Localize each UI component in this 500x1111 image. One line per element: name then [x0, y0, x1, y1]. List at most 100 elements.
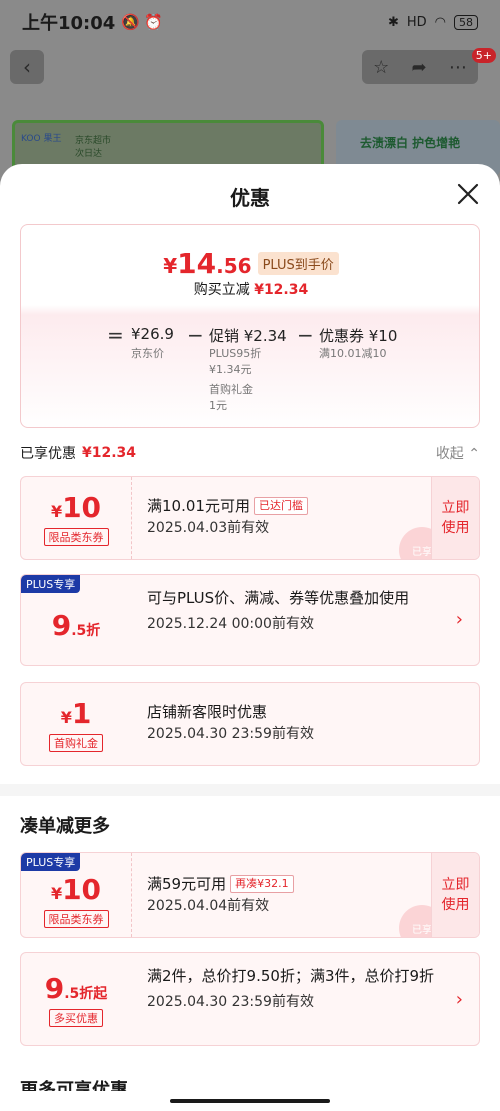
multi-buy-value: 9.5折起 多买优惠 [21, 953, 131, 1045]
banner-right-text: 去渍漂白 护色增艳 [360, 136, 461, 150]
star-icon[interactable]: ☆ [373, 57, 389, 78]
use-now-button[interactable]: 立即 使用 [431, 477, 479, 559]
use-now-label: 立即 使用 [441, 500, 470, 536]
sheet-title: 优惠 [230, 186, 270, 210]
addon-coupon-card: PLUS专享 ¥10 限品类东券 满59元可用 再凑¥32.1 2025.04.0… [20, 852, 480, 938]
first-purchase-tag: 首购礼金 [49, 733, 103, 752]
signal-icon: HD [406, 14, 427, 30]
plus-discount-expiry: 2025.12.24 00:00前有效 [147, 616, 314, 632]
enjoyed-amount: ¥12.34 [82, 445, 137, 461]
promo-amount: 促销 ¥2.34 [209, 327, 287, 345]
addon-coupon-currency: ¥ [50, 883, 63, 903]
equals-sign: = [107, 323, 124, 347]
multi-buy-tag: 多买优惠 [49, 1008, 103, 1027]
alarm-icon: ⏰ [143, 13, 163, 31]
close-icon [457, 183, 479, 205]
price-integer: 14 [177, 247, 217, 280]
coupon-type-tag: 限品类东券 [43, 527, 109, 546]
minus-sign-1: − [187, 323, 204, 347]
base-price-note: 京东价 [131, 347, 164, 360]
multi-buy-details: 满2件，总价打9.50折；满3件，总价打9折 2025.04.30 23:59前… [147, 965, 447, 1013]
enjoyed-label: 已享优惠 [20, 446, 76, 462]
back-button[interactable]: ‹ [10, 50, 44, 84]
addon-coupon-details: 满59元可用 再凑¥32.1 2025.04.04前有效 [147, 873, 294, 917]
home-indicator[interactable] [170, 1099, 330, 1103]
addon-coupon-amount: 10 [62, 872, 102, 906]
threshold-met-tag: 已达门槛 [253, 497, 308, 515]
addon-coupon-condition: 满59元可用 [147, 875, 227, 893]
share-icon[interactable]: ➦ [412, 57, 427, 78]
currency-symbol: ¥ [163, 254, 178, 278]
first-purchase-details: 店铺新客限时优惠 2025.04.30 23:59前有效 [147, 701, 314, 745]
base-price: ¥26.9 [131, 325, 174, 343]
addon-coupon-expiry: 2025.04.04前有效 [147, 898, 270, 914]
coupon-amount: 优惠券 ¥10 [319, 327, 398, 345]
multi-buy-amount: 9 [44, 971, 65, 1005]
plus-discount-card[interactable]: PLUS专享 9.5折 可与PLUS价、满减、券等优惠叠加使用 2025.12.… [20, 574, 480, 666]
promo-note-3: 首购礼金 [209, 383, 253, 396]
final-price-row: ¥14.56 PLUS到手价 [21, 247, 481, 280]
discount-sheet: 优惠 ¥14.56 PLUS到手价 购买立减 ¥12.34 = ¥26.9 京东… [0, 164, 500, 1111]
use-now-label: 立即 使用 [441, 877, 470, 913]
first-purchase-card: ¥1 首购礼金 店铺新客限时优惠 2025.04.30 23:59前有效 [20, 682, 480, 766]
promo-note-1: PLUS95折 [209, 347, 262, 360]
collapse-toggle[interactable]: 收起 ⌃ [436, 443, 480, 463]
status-bar: 上午10:04 🔕 ⏰ ✱ HD ◠ 58 [0, 0, 500, 44]
minus-sign-2: − [297, 323, 314, 347]
final-price: ¥14.56 [163, 247, 251, 280]
status-time: 上午10:04 [22, 13, 116, 34]
first-purchase-amount: 1 [71, 696, 92, 730]
coupon-amount-value: 10 [62, 490, 102, 524]
plus-discount-amount: 9 [51, 608, 72, 642]
first-purchase-value: ¥1 首购礼金 [21, 683, 131, 765]
card-divider [131, 477, 132, 559]
price-summary: ¥14.56 PLUS到手价 购买立减 ¥12.34 = ¥26.9 京东价 −… [20, 224, 480, 428]
mute-icon: 🔕 [121, 13, 140, 31]
plus-price-tag: PLUS到手价 [257, 252, 339, 275]
price-decimal: .56 [216, 254, 252, 278]
plus-discount-unit: .5折 [71, 622, 101, 639]
multi-buy-card[interactable]: 9.5折起 多买优惠 满2件，总价打9.50折；满3件，总价打9折 2025.0… [20, 952, 480, 1046]
instant-discount-label: 购买立减 [193, 282, 250, 298]
notification-badge: 5+ [471, 48, 496, 63]
close-button[interactable] [456, 182, 480, 206]
coupon-currency: ¥ [50, 501, 63, 521]
chevron-right-icon: › [455, 989, 463, 1010]
coupon-card: ¥10 限品类东券 满10.01元可用 已达门槛 2025.04.03前有效 已享… [20, 476, 480, 560]
addon-coupon-type-tag: 限品类东券 [43, 909, 109, 928]
promo-note-4: 1元 [209, 399, 227, 412]
plus-discount-value: 9.5折 [21, 575, 131, 665]
promo-note-2: ¥1.34元 [209, 363, 252, 376]
bluetooth-icon: ✱ [387, 14, 399, 30]
coupon-condition: 满10.01元可用 [147, 497, 250, 515]
multi-buy-desc: 满2件，总价打9.50折；满3件，总价打9折 [147, 967, 435, 985]
first-purchase-currency: ¥ [60, 707, 72, 727]
first-purchase-expiry: 2025.04.30 23:59前有效 [147, 726, 314, 742]
wifi-icon: ◠ [434, 14, 446, 30]
top-actions: ☆ ➦ ⋯ [362, 50, 478, 84]
first-purchase-desc: 店铺新客限时优惠 [147, 703, 268, 721]
plus-discount-details: 可与PLUS价、满减、券等优惠叠加使用 2025.12.24 00:00前有效 [147, 587, 447, 635]
battery-indicator: 58 [454, 14, 478, 30]
addon-coupon-value: ¥10 限品类东券 [21, 853, 131, 937]
instant-discount-amount: ¥12.34 [254, 282, 309, 298]
addon-needed-tag: 再凑¥32.1 [230, 875, 294, 893]
multi-buy-expiry: 2025.04.30 23:59前有效 [147, 994, 314, 1010]
coupon-note: 满10.01减10 [319, 347, 387, 360]
section-divider [0, 784, 500, 796]
chevron-right-icon: › [455, 609, 463, 630]
coupon-expiry: 2025.04.03前有效 [147, 520, 270, 536]
more-icon[interactable]: ⋯ [449, 57, 467, 78]
more-section-title: 凑单减更多 [20, 816, 110, 837]
plus-discount-desc: 可与PLUS价、满减、券等优惠叠加使用 [147, 589, 410, 607]
coupon-value: ¥10 限品类东券 [21, 477, 131, 559]
card-divider [131, 853, 132, 937]
chevron-left-icon: ‹ [23, 55, 31, 79]
instant-discount: 购买立减 ¥12.34 [21, 279, 481, 299]
banner-left-text: 京东超市 次日达 [75, 136, 112, 159]
banner-brand: KOO 果王 [21, 134, 62, 144]
enjoyed-discount-row: 已享优惠 ¥12.34 收起 ⌃ [20, 442, 480, 464]
multi-buy-unit: .5折起 [64, 985, 108, 1002]
coupon-details: 满10.01元可用 已达门槛 2025.04.03前有效 [147, 495, 308, 539]
use-now-button[interactable]: 立即 使用 [431, 853, 479, 937]
